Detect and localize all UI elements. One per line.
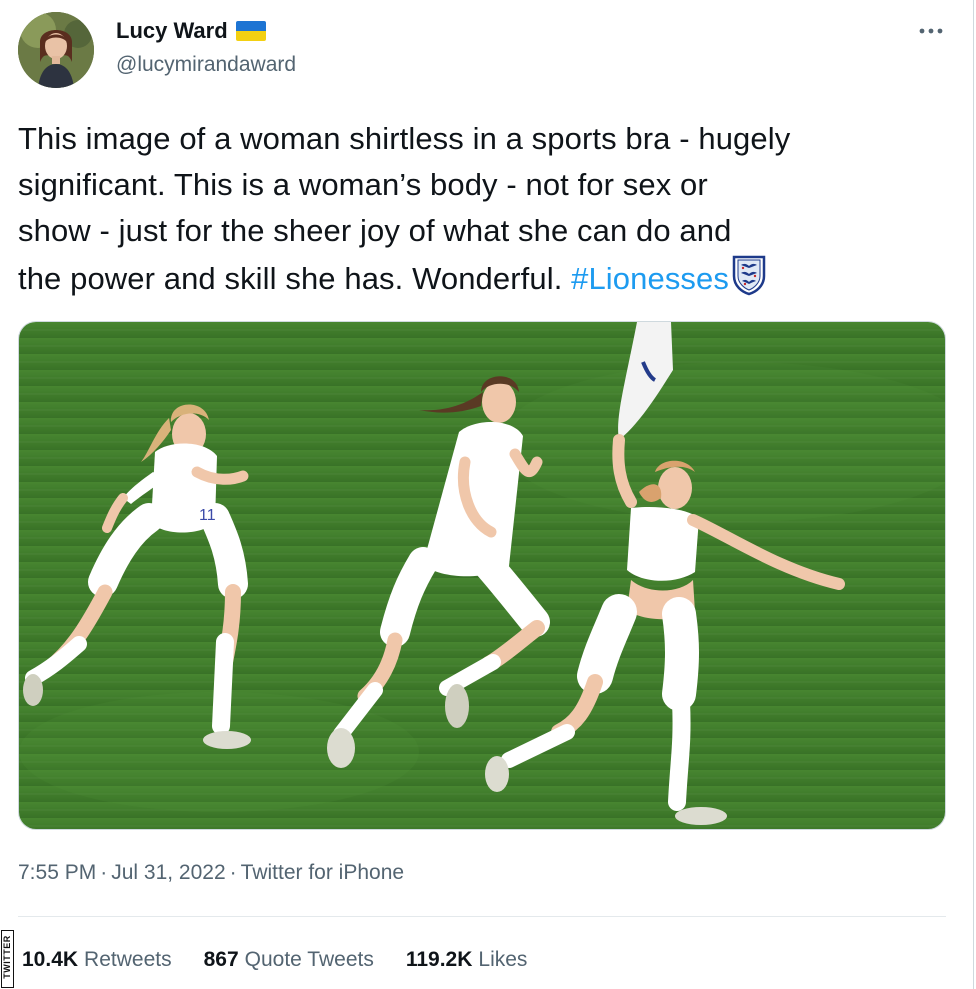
right-border <box>973 0 974 989</box>
tweet-text: This image of a woman shirtless in a spo… <box>18 116 958 302</box>
tweet-source-link[interactable]: Twitter for iPhone <box>241 861 404 884</box>
ukraine-flag-icon <box>235 21 266 41</box>
tweet-date[interactable]: Jul 31, 2022 <box>111 861 225 884</box>
retweets-label: Retweets <box>84 948 172 971</box>
retweets-count: 10.4K <box>22 948 79 971</box>
tweet-text-fragment: the power and skill she has. Wonderful. <box>18 261 572 296</box>
author-name[interactable]: Lucy Ward <box>116 17 228 45</box>
likes-label: Likes <box>478 948 528 971</box>
quote-tweets-stat[interactable]: 867 Quote Tweets <box>204 945 374 975</box>
watermark-text: TWITTER <box>2 935 12 979</box>
divider <box>18 916 946 917</box>
meta-separator: · <box>100 861 108 884</box>
likes-stat[interactable]: 119.2K Likes <box>406 945 528 975</box>
avatar[interactable] <box>18 12 94 88</box>
football-celebration-image: 11 <box>19 322 945 829</box>
author-name-row: Lucy Ward <box>116 17 266 45</box>
more-horizontal-icon[interactable] <box>914 22 948 40</box>
meta-separator: · <box>229 861 237 884</box>
tweet-meta: 7:55 PM · Jul 31, 2022 · Twitter for iPhone <box>18 858 404 888</box>
quote-tweets-count: 867 <box>203 948 239 971</box>
likes-count: 119.2K <box>405 948 473 971</box>
retweets-stat[interactable]: 10.4K Retweets <box>22 945 172 975</box>
source-watermark: TWITTER <box>0 930 14 988</box>
tweet-photo[interactable]: 11 <box>18 321 946 830</box>
author-handle[interactable]: @lucymirandaward <box>116 52 296 78</box>
england-crest-icon <box>731 254 767 296</box>
quote-tweets-label: Quote Tweets <box>244 948 374 971</box>
svg-text:11: 11 <box>199 507 216 524</box>
tweet-text-line: This image of a woman shirtless in a spo… <box>18 121 791 156</box>
avatar-image <box>18 12 94 88</box>
hashtag-link[interactable]: #Lionesses <box>571 261 729 296</box>
tweet-text-line: the power and skill she has. Wonderful. … <box>18 254 958 302</box>
tweet-time[interactable]: 7:55 PM <box>18 861 96 884</box>
tweet-text-line: show - just for the sheer joy of what sh… <box>18 213 732 248</box>
engagement-stats: 10.4K Retweets 867 Quote Tweets 119.2K Like… <box>22 945 527 975</box>
tweet-text-line: significant. This is a woman’s body - no… <box>18 167 708 202</box>
